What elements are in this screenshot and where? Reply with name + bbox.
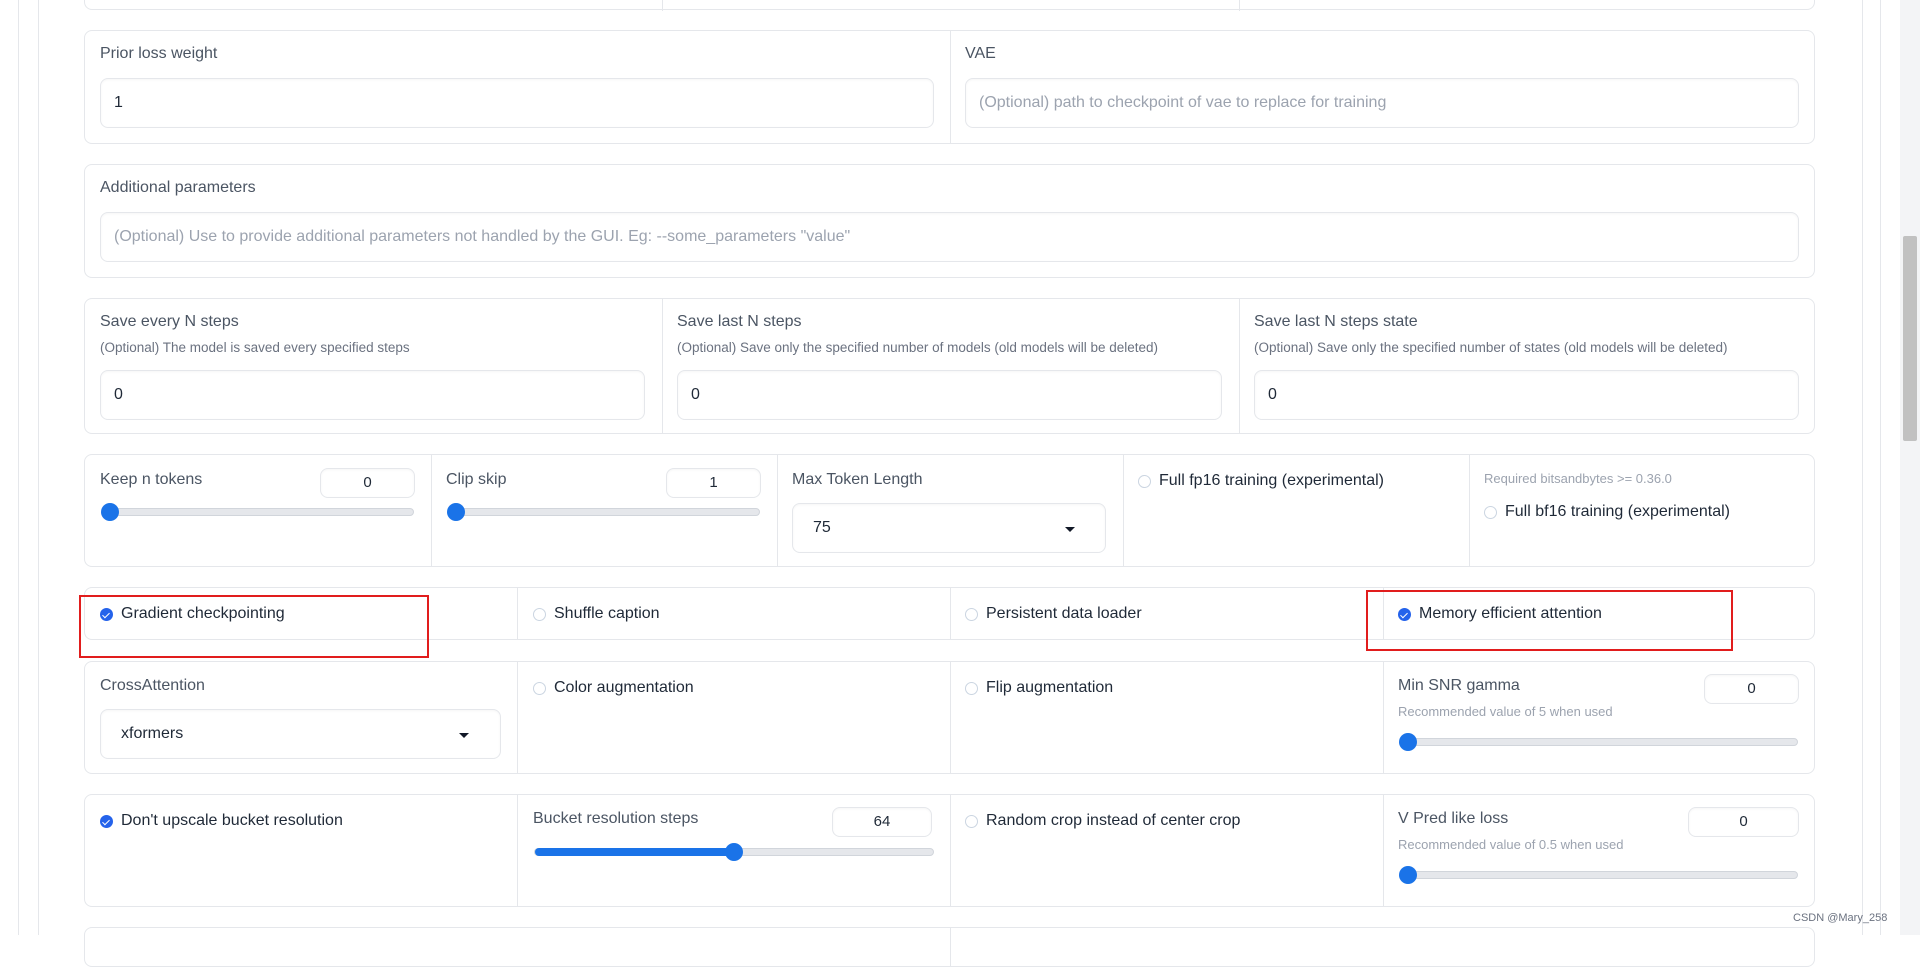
random-crop-label: Random crop instead of center crop [986,812,1241,829]
divider [1383,795,1384,906]
divider [1383,662,1384,773]
slider-fill [535,848,734,856]
save-last-n-steps-state-label: Save last N steps state [1254,313,1418,330]
vae-label: VAE [965,45,996,62]
divider [517,795,518,906]
cross-attention-value: xformers [121,725,184,742]
save-last-n-steps-input[interactable]: 0 [677,370,1222,420]
page-gutter-left-outer [18,0,19,935]
clip-skip-slider[interactable] [447,503,760,521]
vae-input[interactable]: (Optional) path to checkpoint of vae to … [965,78,1799,128]
min-snr-gamma-slider[interactable] [1399,733,1798,751]
panel-bottom-partial [84,927,1815,967]
keep-n-tokens-number[interactable]: 0 [320,468,415,498]
shuffle-caption-checkbox[interactable] [533,608,546,621]
slider-thumb[interactable] [101,503,119,521]
cross-attention-dropdown[interactable]: xformers [100,709,501,759]
max-token-length-value: 75 [813,519,831,536]
save-every-n-steps-input[interactable]: 0 [100,370,645,420]
cross-attention-label: CrossAttention [100,677,205,694]
save-last-n-steps-hint: (Optional) Save only the specified numbe… [677,340,1158,355]
color-augmentation-checkbox[interactable] [533,682,546,695]
chevron-down-icon [1065,527,1075,532]
divider [950,662,951,773]
divider [517,662,518,773]
min-snr-gamma-number[interactable]: 0 [1704,674,1799,704]
save-every-n-steps-hint: (Optional) The model is saved every spec… [100,340,410,355]
max-token-length-label: Max Token Length [792,471,923,488]
save-last-n-steps-state-input[interactable]: 0 [1254,370,1799,420]
prior-loss-weight-input[interactable]: 1 [100,78,934,128]
divider [431,455,432,566]
watermark-text: CSDN @Mary_258 [1793,912,1888,924]
divider [1123,455,1124,566]
additional-parameters-label: Additional parameters [100,179,256,196]
fp16-checkbox[interactable] [1138,475,1151,488]
bf16-requirement-note: Required bitsandbytes >= 0.36.0 [1484,471,1672,486]
divider [1239,0,1240,11]
highlight-box-gradient-checkpointing [79,595,429,658]
save-last-n-steps-state-hint: (Optional) Save only the specified numbe… [1254,340,1728,355]
min-snr-gamma-hint: Recommended value of 5 when used [1398,704,1613,719]
clip-skip-label: Clip skip [446,471,507,488]
shuffle-caption-label: Shuffle caption [554,605,660,622]
keep-n-tokens-label: Keep n tokens [100,471,203,488]
scrollbar-thumb[interactable] [1903,236,1917,441]
prior-loss-weight-label: Prior loss weight [100,45,218,62]
additional-parameters-input[interactable]: (Optional) Use to provide additional par… [100,212,1799,262]
page-gutter-right-outer [1880,0,1881,935]
divider [1469,455,1470,566]
persistent-data-loader-label: Persistent data loader [986,605,1142,622]
bf16-label: Full bf16 training (experimental) [1505,503,1730,520]
slider-thumb[interactable] [1399,866,1417,884]
divider [662,299,663,433]
page-scrollbar[interactable] [1900,0,1920,935]
flip-augmentation-label: Flip augmentation [986,679,1114,696]
slider-thumb[interactable] [725,843,743,861]
divider [662,0,663,11]
divider [1239,299,1240,433]
bucket-resolution-steps-slider[interactable] [534,843,934,861]
highlight-box-memory-efficient-attention [1366,590,1733,651]
color-augmentation-label: Color augmentation [554,679,694,696]
bucket-resolution-steps-label: Bucket resolution steps [533,810,699,827]
bucket-resolution-steps-number[interactable]: 64 [832,807,932,837]
divider [950,588,951,639]
v-pred-like-loss-hint: Recommended value of 0.5 when used [1398,837,1624,852]
clip-skip-number[interactable]: 1 [666,468,761,498]
flip-augmentation-checkbox[interactable] [965,682,978,695]
v-pred-like-loss-number[interactable]: 0 [1688,807,1799,837]
random-crop-checkbox[interactable] [965,815,978,828]
page-gutter-right-inner [1862,0,1863,935]
persistent-data-loader-checkbox[interactable] [965,608,978,621]
v-pred-like-loss-label: V Pred like loss [1398,810,1509,827]
divider [950,795,951,906]
slider-thumb[interactable] [1399,733,1417,751]
divider [517,588,518,639]
v-pred-like-loss-slider[interactable] [1399,866,1798,884]
bf16-checkbox[interactable] [1484,506,1497,519]
max-token-length-dropdown[interactable]: 75 [792,503,1106,553]
panel-top-partial [84,0,1815,11]
save-every-n-steps-label: Save every N steps [100,313,239,330]
fp16-label: Full fp16 training (experimental) [1159,472,1384,489]
divider [950,928,951,966]
save-last-n-steps-label: Save last N steps [677,313,802,330]
min-snr-gamma-label: Min SNR gamma [1398,677,1520,694]
dont-upscale-bucket-checkbox[interactable] [100,815,113,828]
page-gutter-left-inner [38,0,39,935]
divider [950,31,951,143]
keep-n-tokens-slider[interactable] [101,503,414,521]
slider-thumb[interactable] [447,503,465,521]
divider [777,455,778,566]
dont-upscale-bucket-label: Don't upscale bucket resolution [121,812,343,829]
chevron-down-icon [459,733,469,738]
